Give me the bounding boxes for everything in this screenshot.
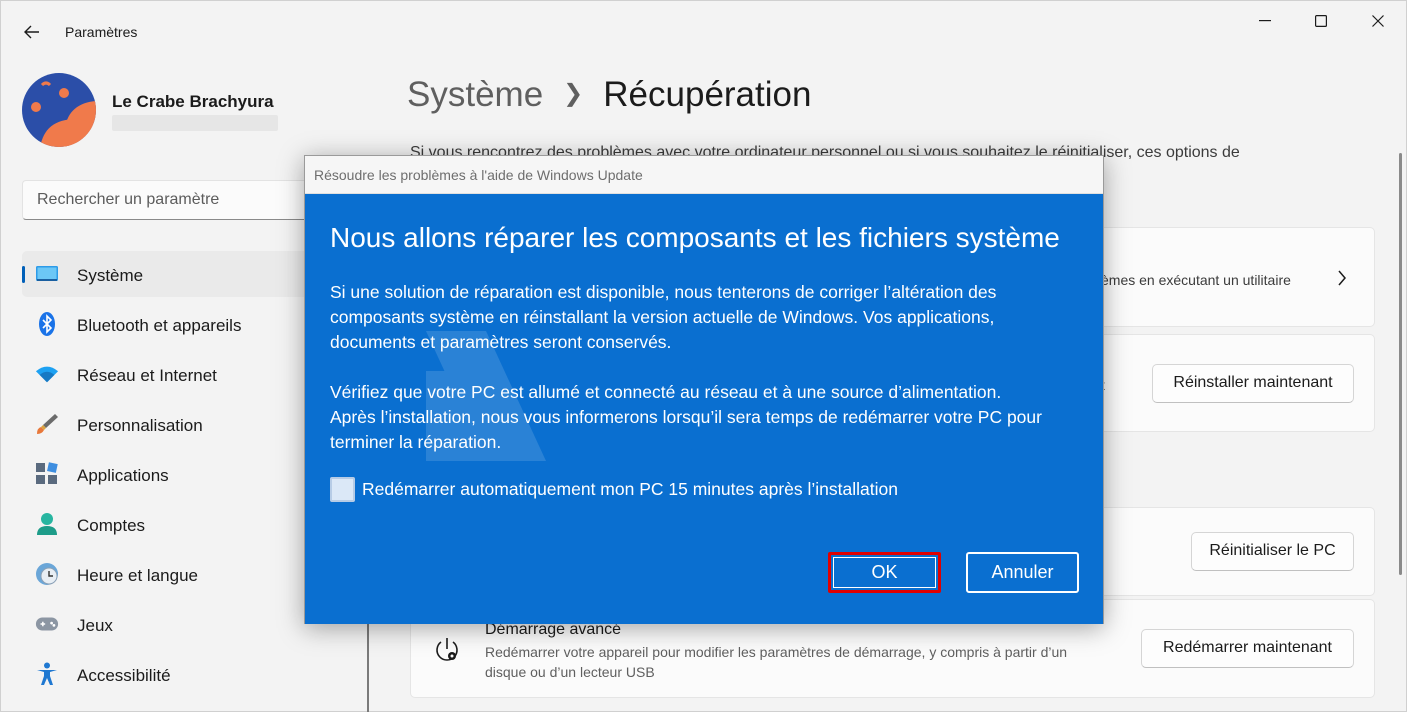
advanced-startup-icon: [432, 635, 462, 670]
sidebar-item-label: Heure et langue: [77, 566, 198, 585]
close-icon: [1372, 15, 1384, 27]
sidebar-item-accessibility[interactable]: Accessibilité: [22, 651, 367, 697]
sidebar-item-label: Comptes: [77, 516, 146, 535]
back-arrow-icon: [24, 25, 39, 39]
dialog-title-bar: Résoudre les problèmes à l'aide de Windo…: [305, 156, 1103, 194]
bluetooth-icon: [35, 312, 59, 336]
sidebar-item-label: Accessibilité: [77, 666, 171, 685]
scrollbar[interactable]: [1399, 153, 1402, 575]
search-input[interactable]: [37, 191, 297, 209]
close-button[interactable]: [1355, 7, 1401, 35]
restart-now-button[interactable]: Redémarrer maintenant: [1141, 629, 1354, 668]
app-title: Paramètres: [65, 24, 138, 40]
avatar: [22, 73, 96, 147]
back-button[interactable]: [15, 17, 49, 47]
minimize-button[interactable]: [1242, 7, 1288, 35]
breadcrumb: Système ❯ Récupération: [407, 75, 811, 115]
sidebar-item-label: Personnalisation: [77, 416, 203, 435]
chevron-right-icon: [1337, 269, 1347, 292]
system-icon: [35, 262, 59, 286]
cancel-button[interactable]: Annuler: [966, 552, 1079, 593]
dialog-heading: Nous allons réparer les composants et le…: [330, 222, 1060, 253]
sidebar-item-label: Jeux: [77, 616, 113, 635]
maximize-icon: [1315, 15, 1327, 27]
troubleshoot-description: èmes en exécutant un utilitaire: [1101, 272, 1291, 288]
sidebar-item-label: Applications: [77, 466, 169, 485]
apps-icon: [35, 462, 59, 486]
ok-button[interactable]: OK: [833, 557, 936, 588]
minimize-icon: [1259, 20, 1271, 22]
dialog-paragraph-1: Si une solution de réparation est dispon…: [330, 282, 997, 352]
wifi-icon: [35, 362, 59, 386]
active-indicator: [22, 266, 25, 283]
breadcrumb-parent[interactable]: Système: [407, 75, 543, 114]
gamepad-icon: [35, 612, 59, 636]
sidebar-divider: [367, 621, 369, 712]
clock-globe-icon: [35, 562, 59, 586]
title-bar: Paramètres: [1, 1, 1406, 45]
auto-restart-checkbox[interactable]: [330, 477, 355, 502]
accessibility-icon: [35, 662, 59, 686]
maximize-button[interactable]: [1298, 7, 1344, 35]
breadcrumb-chevron-icon: ❯: [563, 80, 584, 107]
ok-button-highlight[interactable]: OK: [828, 552, 941, 593]
auto-restart-label[interactable]: Redémarrer automatiquement mon PC 15 min…: [362, 479, 898, 500]
brush-icon: [35, 412, 59, 436]
sidebar-item-label: Système: [77, 266, 144, 285]
person-icon: [35, 512, 59, 536]
auto-restart-option[interactable]: Redémarrer automatiquement mon PC 15 min…: [330, 477, 898, 502]
sidebar-item-label: Bluetooth et appareils: [77, 316, 242, 335]
advanced-startup-description: Redémarrer votre appareil pour modifier …: [485, 644, 1068, 680]
settings-search[interactable]: [22, 180, 312, 220]
settings-window: Paramètres Le Crabe Brachyura Rechercher…: [0, 0, 1407, 712]
dialog-title: Résoudre les problèmes à l'aide de Windo…: [314, 167, 643, 183]
dialog-paragraph-2: Vérifiez que votre PC est allumé et conn…: [330, 382, 1042, 452]
reset-pc-button[interactable]: Réinitialiser le PC: [1191, 532, 1354, 571]
page-title: Récupération: [603, 75, 812, 114]
reinstall-now-button[interactable]: Réinstaller maintenant: [1152, 364, 1354, 403]
user-name: Le Crabe Brachyura: [112, 92, 274, 111]
sidebar-item-label: Réseau et Internet: [77, 366, 217, 385]
user-email-redacted: [112, 115, 278, 131]
